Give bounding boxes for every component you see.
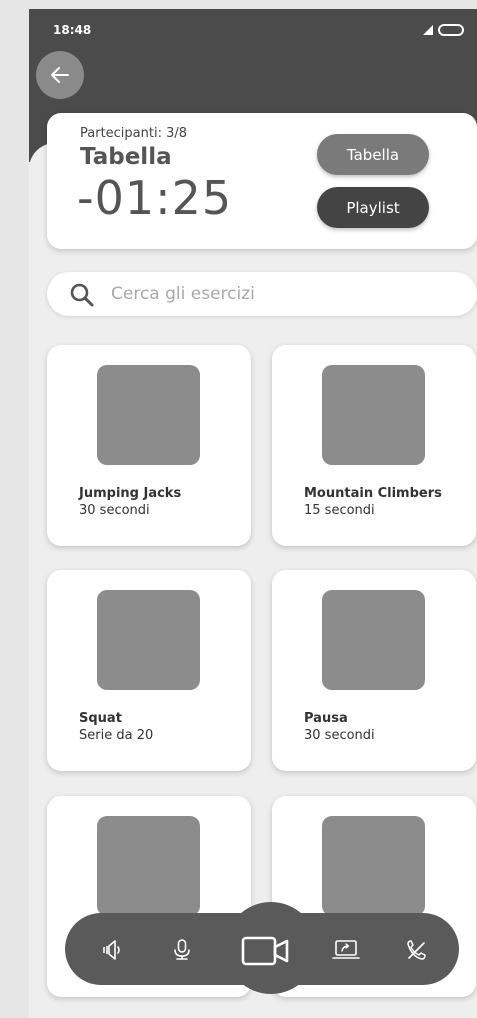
exercise-thumbnail <box>322 365 425 465</box>
exercise-card-1[interactable]: Jumping Jacks 30 secondi <box>47 345 251 546</box>
participants-count: Partecipanti: 3/8 <box>80 126 188 141</box>
screen-share-button[interactable] <box>331 937 361 963</box>
playlist-button[interactable]: Playlist <box>317 187 429 228</box>
status-icons <box>423 24 464 36</box>
exercise-thumbnail <box>97 365 200 465</box>
exercise-card-2[interactable]: Mountain Climbers 15 secondi <box>272 345 476 546</box>
video-camera-button[interactable] <box>241 934 291 968</box>
speaker-button[interactable] <box>99 937 125 963</box>
exercise-thumbnail <box>322 816 425 916</box>
exercise-name: Jumping Jacks <box>79 486 182 501</box>
exercise-name: Squat <box>79 711 122 726</box>
arrow-left-icon <box>51 67 69 83</box>
session-card: Partecipanti: 3/8 Tabella -01:25 Tabella… <box>47 113 477 249</box>
exercise-card-4[interactable]: Pausa 30 secondi <box>272 570 476 771</box>
exercise-detail: 30 secondi <box>79 503 150 518</box>
microphone-icon <box>174 939 190 960</box>
end-call-icon <box>407 940 426 960</box>
exercise-thumbnail <box>322 590 425 690</box>
signal-icon <box>423 25 433 35</box>
session-title: Tabella <box>80 144 172 170</box>
status-time: 18:48 <box>53 23 92 37</box>
phone-screen: 18:48 Partecipanti: 3/8 Tabella -01:25 T… <box>29 9 477 1018</box>
search-icon <box>70 283 94 307</box>
exercise-detail: 30 secondi <box>304 728 375 743</box>
video-camera-icon <box>241 936 289 966</box>
tabella-button[interactable]: Tabella <box>317 134 429 175</box>
microphone-button[interactable] <box>169 937 195 963</box>
search-bar[interactable] <box>47 272 477 316</box>
exercise-thumbnail <box>97 590 200 690</box>
search-input[interactable] <box>111 272 451 316</box>
speaker-icon <box>103 940 120 960</box>
exercise-detail: Serie da 20 <box>79 728 154 743</box>
session-timer: -01:25 <box>77 171 233 225</box>
screen-share-icon <box>332 940 360 959</box>
exercise-name: Mountain Climbers <box>304 486 442 501</box>
exercise-thumbnail <box>97 816 200 916</box>
exercise-card-3[interactable]: Squat Serie da 20 <box>47 570 251 771</box>
exercise-detail: 15 secondi <box>304 503 375 518</box>
back-button[interactable] <box>36 51 84 99</box>
end-call-button[interactable] <box>403 937 429 963</box>
exercise-name: Pausa <box>304 711 348 726</box>
battery-icon <box>438 24 464 36</box>
